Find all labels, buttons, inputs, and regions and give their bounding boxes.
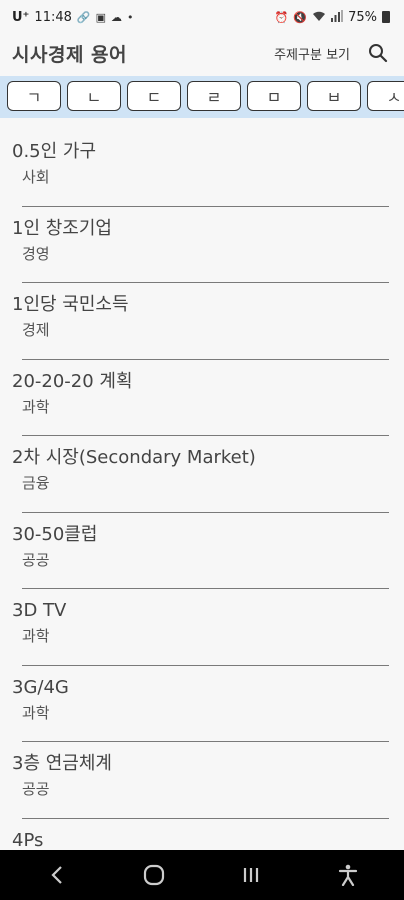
term-title: 30-50클럽 (12, 523, 98, 545)
recents-button[interactable] (231, 855, 271, 895)
term-item[interactable]: 1인 창조기업경영 (0, 207, 404, 284)
term-title: 2차 시장(Secondary Market) (12, 447, 256, 468)
term-item[interactable]: 20-20-20 계획과학 (0, 360, 404, 437)
term-title: 1인당 국민소득 (12, 294, 129, 315)
accessibility-icon (338, 864, 357, 886)
term-item[interactable]: 3G/4G 과학 (0, 666, 404, 743)
index-key[interactable]: ㄱ (7, 81, 61, 111)
term-title: 3G/4G (12, 676, 69, 698)
clock: 11:48 (34, 9, 72, 25)
carrier-label: U⁺ (12, 9, 30, 25)
term-category: 과학 (22, 703, 50, 722)
term-list[interactable]: 0.5인 가구 사회 1인 창조기업 경영 1인당 국민소득 경제 20-20-20 계획 과… (0, 130, 404, 850)
term-item[interactable]: 0.5인 가구사회 (0, 130, 404, 207)
index-row: ㄱㄴㄷㄹㅁㅂㅅㅇ (0, 76, 404, 111)
home-button[interactable] (134, 855, 174, 895)
accessibility-button[interactable] (328, 855, 368, 895)
index-key[interactable]: ㅂ (307, 81, 361, 111)
mute-icon: 🔇 (293, 10, 308, 24)
cloud-icon: ☁ (111, 10, 122, 24)
status-left: U⁺ 11:48 🔗 ▣ ☁ • (12, 10, 134, 25)
battery-icon (382, 11, 390, 23)
search-icon (369, 44, 388, 63)
alarm-icon: ⏰ (274, 10, 289, 24)
term-category: 금융 (22, 474, 50, 492)
dot-icon: • (127, 10, 134, 24)
term-item[interactable]: 3층 연금체계공공 (0, 742, 404, 819)
term-item[interactable]: 30-50클럽공공 (0, 513, 404, 590)
message-icon: ▣ (95, 10, 106, 24)
index-strip: ㄱㄴㄷㄹㅁㅂㅅㅇ (0, 76, 404, 118)
system-nav-bar (0, 850, 404, 900)
term-category: 공공 (22, 550, 50, 569)
index-key[interactable]: ㅅ (367, 81, 404, 111)
term-category: 공공 (22, 780, 50, 798)
battery-percent: 75% (348, 9, 377, 25)
term-item[interactable]: 2차 시장(Secondary Market) 금융 (0, 436, 404, 513)
status-bar: U⁺ 11:48 🔗 ▣ ☁ • ⏰ 🔇 75% (0, 0, 404, 34)
index-key[interactable]: ㅁ (247, 81, 301, 111)
search-button[interactable] (366, 41, 390, 65)
term-item[interactable]: 1인당 국민소득경제 (0, 283, 404, 360)
term-title: 3D TV (12, 600, 67, 621)
topic-view-button[interactable]: 주제구분 보기 (274, 44, 350, 63)
term-category: 과학 (22, 627, 50, 645)
link-icon: 🔗 (76, 10, 91, 24)
back-button[interactable] (37, 855, 77, 895)
index-key[interactable]: ㄹ (187, 81, 241, 111)
term-item[interactable]: 4Ps (0, 819, 404, 851)
term-title: 1인 창조기업 (12, 217, 112, 239)
term-category: 경제 (22, 321, 50, 339)
term-category: 과학 (22, 397, 50, 416)
index-key[interactable]: ㄴ (67, 81, 121, 111)
app-bar: 시사경제 용어 주제구분 보기 (0, 34, 404, 72)
term-category: 사회 (22, 168, 50, 186)
app-title: 시사경제 용어 (12, 43, 127, 66)
home-icon (143, 864, 164, 886)
term-item[interactable]: 3D TV 과학 (0, 589, 404, 666)
term-title: 4Ps (12, 829, 44, 851)
index-key[interactable]: ㄷ (127, 81, 181, 111)
back-icon (50, 866, 62, 884)
term-title: 3층 연금체계 (12, 753, 112, 774)
wifi-icon (312, 10, 326, 25)
recents-icon (243, 868, 258, 882)
term-category: 경영 (22, 244, 50, 263)
term-title: 20-20-20 계획 (12, 370, 133, 392)
status-right: ⏰ 🔇 75% (274, 9, 390, 25)
signal-icon (331, 9, 344, 25)
app-actions: 주제구분 보기 (274, 41, 390, 65)
term-title: 0.5인 가구 (12, 141, 97, 162)
